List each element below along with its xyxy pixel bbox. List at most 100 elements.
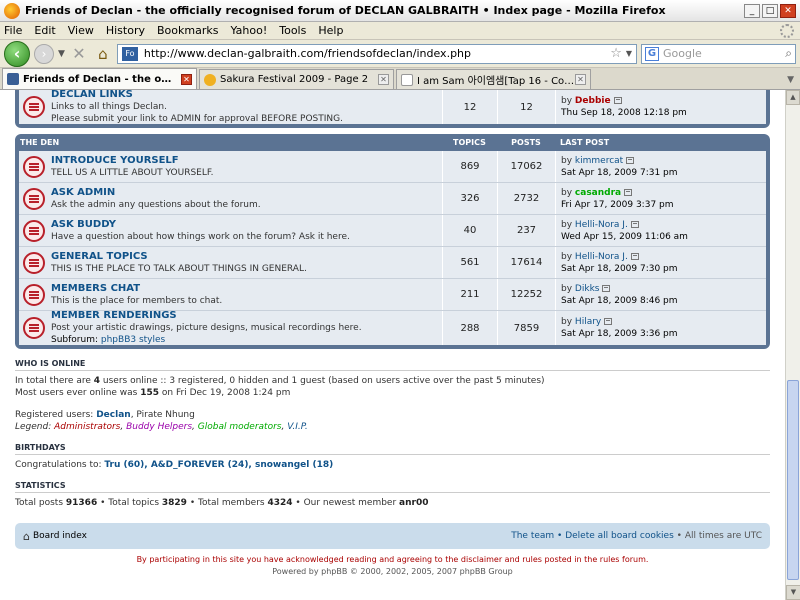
menu-file[interactable]: File: [4, 24, 22, 37]
tab-label: I am Sam 아이엠샘[Tap 16 - Complete]...: [417, 76, 575, 87]
close-button[interactable]: ✕: [780, 3, 796, 18]
birthdays-text: Congratulations to: Tru (60), A&D_FOREVE…: [15, 459, 770, 471]
forum-description: This is the place for members to chat.: [51, 295, 223, 306]
minimize-button[interactable]: _: [744, 3, 760, 18]
legend: Legend: Administrators, Buddy Helpers, G…: [15, 422, 308, 432]
forum-description: Ask the admin any questions about the fo…: [51, 199, 261, 210]
bookmark-star-icon[interactable]: ☆: [610, 46, 622, 61]
search-icon[interactable]: ⌕: [785, 46, 792, 61]
search-box[interactable]: G Google ⌕: [641, 43, 796, 64]
scrollbar-thumb[interactable]: [787, 380, 799, 580]
menu-yahoo[interactable]: Yahoo!: [230, 24, 267, 37]
tab-i-am-sam[interactable]: I am Sam 아이엠샘[Tap 16 - Complete]... ✕: [396, 69, 591, 89]
stop-icon[interactable]: ✕: [69, 44, 89, 63]
tab-friends-of-declan[interactable]: Friends of Declan - the officially r... …: [2, 68, 197, 89]
registered-user-link[interactable]: , Pirate Nhung: [131, 410, 195, 420]
registered-user-link[interactable]: Declan: [96, 410, 130, 420]
maximize-button[interactable]: □: [762, 3, 778, 18]
total-members: 4324: [267, 498, 293, 508]
history-dropdown-icon[interactable]: ▼: [58, 49, 65, 59]
throbber-icon: [780, 23, 794, 38]
url-dropdown-icon[interactable]: ▼: [626, 49, 632, 58]
menu-tools[interactable]: Tools: [279, 24, 306, 37]
last-post-user[interactable]: Dikks: [575, 284, 600, 294]
url-bar[interactable]: Fo http://www.declan-galbraith.com/frien…: [116, 43, 637, 64]
last-post: by Helli-Nora J. Wed Apr 15, 2009 11:06 …: [555, 215, 766, 246]
forum-title-link[interactable]: GENERAL TOPICS: [51, 251, 442, 263]
last-post: by kimmercat Sat Apr 18, 2009 7:31 pm: [555, 151, 766, 182]
menu-bar: File Edit View History Bookmarks Yahoo! …: [0, 22, 800, 40]
forum-title-link[interactable]: MEMBER RENDERINGS: [51, 310, 442, 322]
legend-administrators[interactable]: Administrators: [54, 422, 120, 432]
topics-count: 869: [442, 151, 497, 182]
last-post-user[interactable]: Hilary: [575, 317, 601, 327]
delete-cookies-link[interactable]: • Delete all board cookies: [557, 531, 674, 541]
total-topics-label: • Total topics: [100, 498, 160, 508]
legend-global-moderators[interactable]: Global moderators: [198, 422, 282, 432]
category-title[interactable]: THE DEN: [19, 138, 442, 147]
view-latest-post-icon[interactable]: [604, 318, 613, 325]
forum-title-link[interactable]: ASK BUDDY: [51, 219, 442, 231]
last-post-user[interactable]: Helli-Nora J.: [575, 220, 628, 230]
forum-row: MEMBER RENDERINGS Post your artistic dra…: [19, 310, 766, 345]
newest-member-link[interactable]: anr00: [399, 498, 428, 508]
home-icon[interactable]: ⌂: [93, 45, 113, 63]
subforum-link[interactable]: phpBB3 styles: [101, 335, 165, 345]
tab-sakura-festival[interactable]: Sakura Festival 2009 - Page 2 ✕: [199, 69, 394, 89]
the-team-link[interactable]: The team: [511, 531, 554, 541]
birthday-users[interactable]: Tru (60), A&D_FOREVER (24), snowangel (1…: [104, 460, 333, 470]
forum-title-link[interactable]: DECLAN LINKS: [51, 90, 442, 101]
vertical-scrollbar[interactable]: ▲ ▼: [785, 90, 800, 600]
board-index-label[interactable]: Board index: [33, 531, 87, 541]
topics-count: 211: [442, 279, 497, 310]
forum-title-link[interactable]: INTRODUCE YOURSELF: [51, 155, 442, 167]
posts-column-header: POSTS: [511, 138, 541, 147]
scroll-up-icon[interactable]: ▲: [786, 90, 800, 105]
forward-button[interactable]: ›: [34, 43, 54, 64]
menu-bookmarks[interactable]: Bookmarks: [157, 24, 218, 37]
total-members-label: • Total members: [189, 498, 265, 508]
search-placeholder[interactable]: Google: [663, 47, 785, 60]
view-latest-post-icon[interactable]: [624, 188, 633, 196]
forum-read-icon: [19, 183, 49, 215]
last-post-user[interactable]: kimmercat: [575, 156, 623, 166]
last-post-user[interactable]: Debbie: [575, 96, 611, 106]
url-text[interactable]: http://www.declan-galbraith.com/friendso…: [144, 47, 606, 60]
legend-vip[interactable]: V.I.P.: [287, 422, 308, 432]
view-latest-post-icon[interactable]: [613, 97, 622, 104]
last-post-column-header: LAST POST: [560, 138, 610, 147]
site-favicon-icon: Fo: [121, 46, 138, 61]
statistics-heading: STATISTICS: [15, 481, 770, 493]
legend-buddy-helpers[interactable]: Buddy Helpers: [126, 422, 192, 432]
forum-read-icon: [19, 151, 49, 183]
menu-view[interactable]: View: [68, 24, 94, 37]
tab-close-icon[interactable]: ✕: [378, 74, 389, 85]
powered-by-text: Powered by phpBB © 2000, 2002, 2005, 200…: [272, 567, 513, 576]
forum-row-declan-links: DECLAN LINKS Links to all things Declan.…: [19, 90, 766, 124]
last-post-user[interactable]: casandra: [575, 188, 621, 198]
board-index-link[interactable]: ⌂ Board index: [23, 530, 87, 543]
tab-list-icon[interactable]: ▼: [787, 75, 794, 85]
forum-row: MEMBERS CHAT This is the place for membe…: [19, 279, 766, 311]
forum-title-link[interactable]: ASK ADMIN: [51, 187, 442, 199]
category-header: THE DEN TOPICS POSTS LAST POST: [19, 134, 766, 151]
google-icon[interactable]: G: [645, 46, 659, 61]
menu-help[interactable]: Help: [318, 24, 343, 37]
back-button[interactable]: ‹: [4, 40, 30, 67]
menu-edit[interactable]: Edit: [34, 24, 55, 37]
scroll-down-icon[interactable]: ▼: [786, 585, 800, 600]
view-latest-post-icon[interactable]: [630, 220, 639, 228]
view-latest-post-icon[interactable]: [626, 156, 635, 164]
forum-subforum-icon: [19, 312, 49, 344]
posts-count: 2732: [497, 183, 555, 214]
by-label: by: [561, 251, 573, 262]
view-latest-post-icon[interactable]: [602, 284, 611, 292]
forum-title-link[interactable]: MEMBERS CHAT: [51, 283, 442, 295]
tab-close-icon[interactable]: ✕: [575, 74, 586, 85]
last-post-user[interactable]: Helli-Nora J.: [575, 252, 628, 262]
view-latest-post-icon[interactable]: [630, 252, 639, 260]
tab-close-icon[interactable]: ✕: [181, 73, 192, 85]
menu-history[interactable]: History: [106, 24, 145, 37]
timezone-text: • All times are UTC: [676, 531, 762, 541]
topics-count: 12: [442, 90, 497, 124]
